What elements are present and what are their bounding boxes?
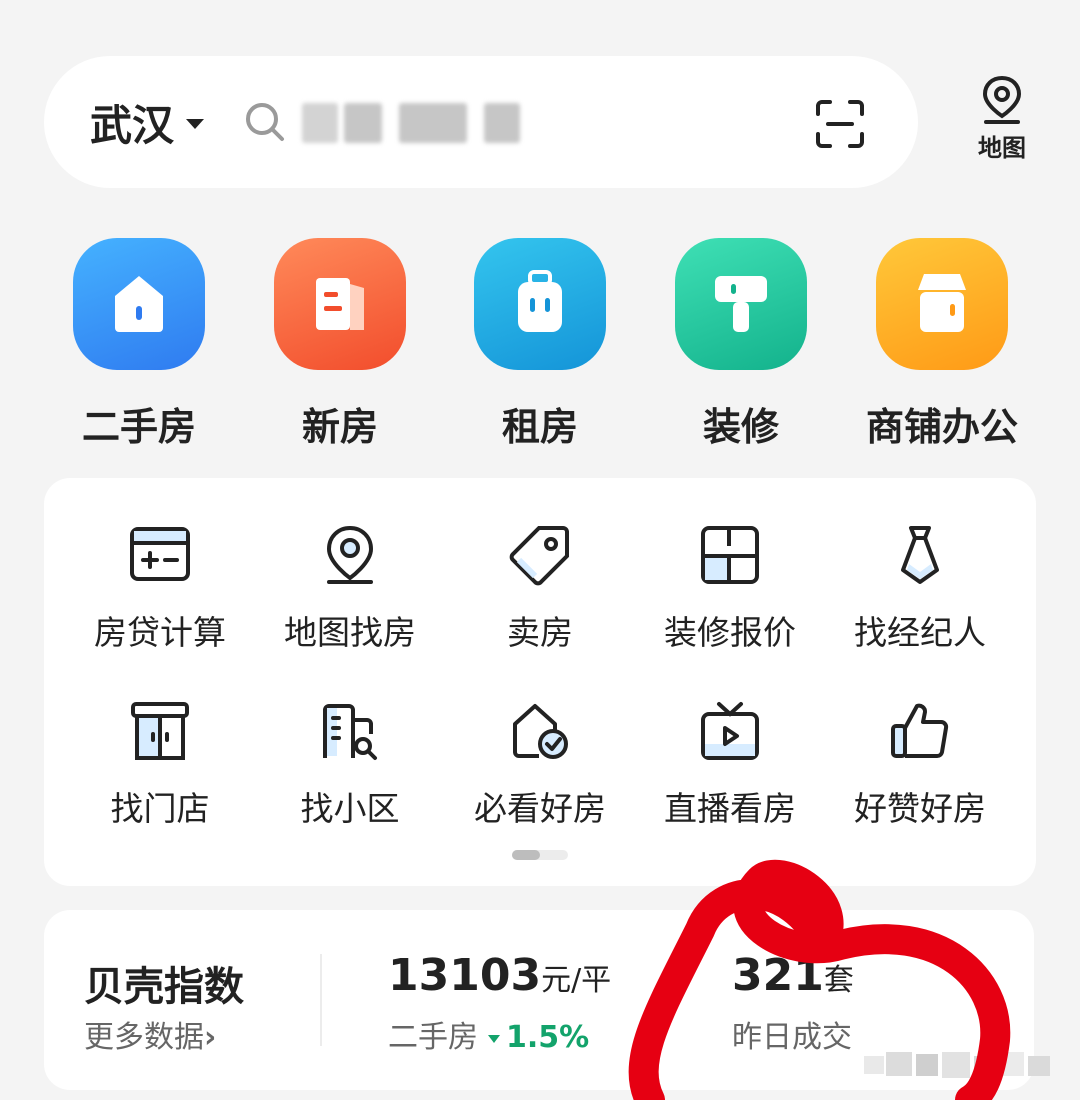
search-icon [246, 103, 284, 141]
deal-count-unit: 套 [823, 963, 854, 998]
tool-label: 必看好房 [474, 789, 606, 828]
deal-count-value: 321 [732, 950, 824, 1001]
city-name: 武汉 [90, 100, 175, 150]
service-label: 装修 [702, 405, 779, 449]
service-label: 新房 [301, 405, 378, 449]
community-search-icon [323, 704, 377, 760]
house-icon [73, 238, 205, 370]
watermark [864, 1052, 1050, 1078]
live-tv-icon [701, 702, 759, 760]
more-data-link[interactable]: 更多数据› [84, 1012, 216, 1056]
verified-house-icon [513, 704, 568, 759]
avg-price-caption: 二手房 1.5% [388, 1012, 589, 1056]
luggage-icon [474, 238, 606, 370]
storefront-icon [131, 702, 189, 760]
thumbs-up-icon [891, 703, 949, 758]
city-selector[interactable]: 武汉 [90, 56, 205, 188]
tool-must-see[interactable]: 必看好房 [445, 700, 635, 830]
avg-price-value: 13103 [388, 950, 542, 1001]
service-second-hand[interactable]: 二手房 [49, 238, 229, 451]
price-tag-icon [509, 526, 569, 586]
tool-label: 找经纪人 [854, 613, 986, 652]
tool-label: 装修报价 [664, 613, 796, 652]
deal-count: 321套 [732, 950, 854, 1001]
divider [320, 954, 322, 1046]
page-indicator [512, 850, 568, 860]
tool-map-search[interactable]: 地图找房 [255, 524, 445, 654]
service-rent[interactable]: 租房 [450, 238, 630, 451]
tool-sell-house[interactable]: 卖房 [445, 524, 635, 654]
calculator-icon [130, 527, 190, 581]
deal-count-label: 昨日成交 [732, 1020, 852, 1055]
shop-icon [876, 238, 1008, 370]
tool-label: 找小区 [300, 789, 400, 828]
map-label: 地图 [978, 134, 1026, 162]
tool-find-store[interactable]: 找门店 [65, 700, 255, 830]
service-label: 商铺办公 [865, 405, 1018, 449]
map-pin-icon [982, 75, 1022, 124]
service-new-house[interactable]: 新房 [250, 238, 430, 451]
trend-down-icon [488, 1034, 500, 1043]
service-label: 租房 [501, 405, 578, 449]
map-button[interactable]: 地图 [960, 74, 1044, 174]
new-building-icon [274, 238, 406, 370]
avg-price-unit: 元/平 [541, 963, 612, 998]
tool-label: 房贷计算 [94, 613, 226, 652]
agent-tie-icon [901, 526, 939, 584]
service-row: 二手房 新房 租房 装修 商铺办公 [0, 238, 1080, 451]
paint-roller-icon [675, 238, 807, 370]
tool-praised-houses[interactable]: 好赞好房 [825, 700, 1015, 830]
tool-find-community[interactable]: 找小区 [255, 700, 445, 830]
avg-price: 13103元/平 [388, 950, 611, 1001]
service-label: 二手房 [81, 405, 196, 449]
scan-icon[interactable] [814, 98, 866, 150]
avg-price-label: 二手房 [388, 1020, 478, 1055]
chevron-right-icon: › [204, 1020, 217, 1055]
tool-label: 直播看房 [664, 789, 796, 828]
tool-live-viewing[interactable]: 直播看房 [635, 700, 825, 830]
search-bar[interactable]: 武汉 [44, 56, 918, 188]
masked-search-hint [344, 103, 382, 143]
floorplan-icon [701, 526, 759, 584]
map-pin-icon [326, 525, 374, 584]
page-indicator-active [512, 850, 540, 860]
index-title: 贝壳指数 [84, 964, 244, 1010]
masked-search-hint [484, 103, 520, 143]
tool-label: 找门店 [110, 789, 210, 828]
tool-find-agent[interactable]: 找经纪人 [825, 524, 1015, 654]
tool-label: 地图找房 [284, 613, 416, 652]
more-data-label: 更多数据 [84, 1020, 204, 1055]
tool-label: 卖房 [507, 613, 573, 652]
masked-search-hint [302, 103, 338, 143]
service-decoration[interactable]: 装修 [651, 238, 831, 451]
tool-label: 好赞好房 [854, 789, 986, 828]
tool-decoration-quote[interactable]: 装修报价 [635, 524, 825, 654]
service-shop-office[interactable]: 商铺办公 [852, 238, 1032, 451]
tools-grid: 房贷计算 地图找房 卖房 装修报价 找经纪人 找门店 找小区 必看好房 直播看房… [44, 478, 1036, 886]
tool-mortgage-calc[interactable]: 房贷计算 [65, 524, 255, 654]
masked-search-hint [399, 103, 467, 143]
chevron-down-icon [186, 119, 205, 129]
price-trend-value: 1.5% [506, 1020, 590, 1055]
